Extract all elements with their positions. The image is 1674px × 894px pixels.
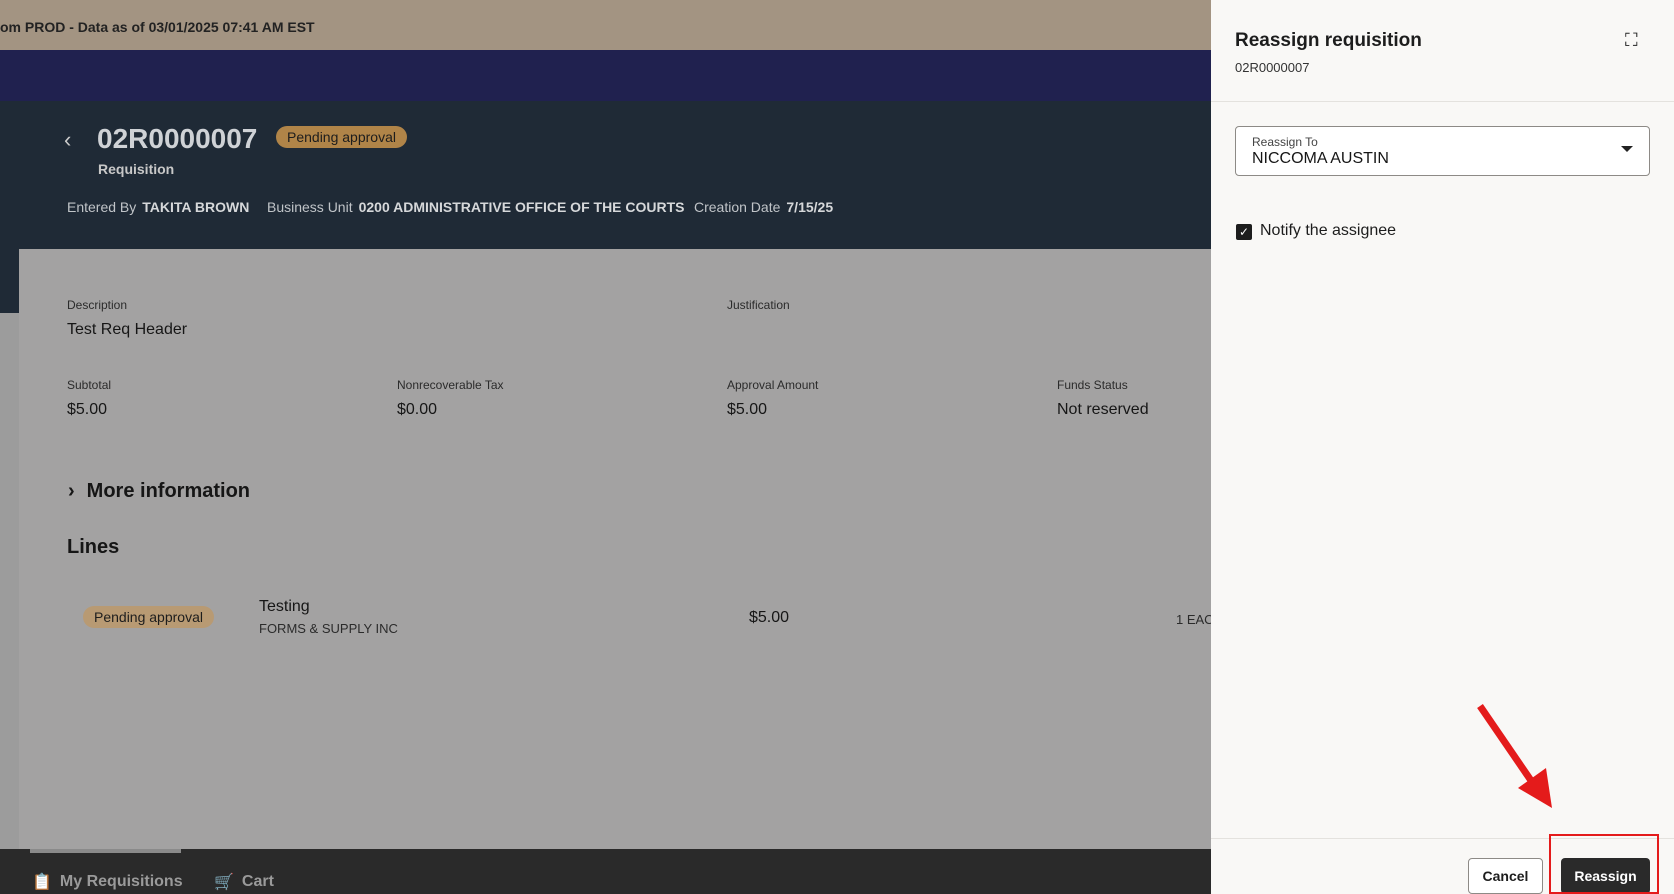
entered-by: Entered By TAKITA BROWN xyxy=(67,199,249,215)
red-arrow-annotation xyxy=(1477,704,1552,808)
environment-banner: om PROD - Data as of 03/01/2025 07:41 AM… xyxy=(0,0,1211,50)
line-status-badge: Pending approval xyxy=(83,606,214,628)
subtotal-label: Subtotal xyxy=(67,378,112,392)
business-unit: Business Unit 0200 ADMINISTRATIVE OFFICE … xyxy=(267,199,685,215)
entered-by-value: TAKITA BROWN xyxy=(142,199,250,215)
reassign-to-select[interactable]: Reassign To NICCOMA AUSTIN xyxy=(1235,126,1650,176)
business-unit-value: 0200 ADMINISTRATIVE OFFICE OF THE COURTS xyxy=(358,199,685,215)
active-tab-indicator xyxy=(30,849,181,853)
drawer-title: Reassign requisition xyxy=(1235,30,1422,51)
approval-amount-label: Approval Amount xyxy=(727,378,819,392)
line-supplier: FORMS & SUPPLY INC xyxy=(259,621,398,636)
cart-icon: 🛒 xyxy=(214,874,234,891)
justification-label: Justification xyxy=(727,298,790,312)
global-header xyxy=(0,50,1211,101)
drawer-subtitle: 02R0000007 xyxy=(1235,60,1310,75)
entered-by-label: Entered By xyxy=(67,199,137,215)
notify-checkbox[interactable]: ✓ xyxy=(1236,224,1252,240)
creation-date: Creation Date 7/15/25 xyxy=(694,199,833,215)
chevron-right-icon: › xyxy=(68,480,75,502)
creation-date-value: 7/15/25 xyxy=(786,199,834,215)
notify-label[interactable]: Notify the assignee xyxy=(1260,222,1396,240)
page-title: 02R0000007 xyxy=(97,123,258,154)
highlight-box xyxy=(1549,834,1659,894)
funds-status-value: Not reserved xyxy=(1057,401,1149,418)
more-information-toggle[interactable]: › More information xyxy=(68,480,250,503)
details-card xyxy=(19,249,1211,849)
reassign-drawer: Reassign requisition 02R0000007 ⛶ Reassi… xyxy=(1211,0,1674,894)
approval-amount-value: $5.00 xyxy=(727,401,768,418)
subtotal-value: $5.00 xyxy=(67,401,108,418)
tab-label: My Requisitions xyxy=(59,873,183,890)
reassign-to-label: Reassign To xyxy=(1252,135,1318,149)
lines-title: Lines xyxy=(67,536,120,558)
header-divider xyxy=(1211,101,1674,102)
expand-icon[interactable]: ⛶ xyxy=(1625,30,1638,51)
tab-label: Cart xyxy=(241,873,274,890)
creation-date-label: Creation Date xyxy=(694,199,781,215)
business-unit-label: Business Unit xyxy=(267,199,353,215)
tax-value: $0.00 xyxy=(397,401,438,418)
line-item-name[interactable]: Testing xyxy=(259,598,310,616)
line-quantity: 1 EAC xyxy=(1176,612,1214,627)
cancel-button[interactable]: Cancel xyxy=(1468,858,1543,894)
funds-status-label: Funds Status xyxy=(1057,378,1128,392)
description-label: Description xyxy=(67,298,128,312)
page-gutter xyxy=(0,313,19,849)
status-badge: Pending approval xyxy=(276,126,407,148)
banner-text: om PROD - Data as of 03/01/2025 07:41 AM… xyxy=(0,19,315,35)
clipboard-icon: 📋 xyxy=(32,874,52,891)
page-subtitle: Requisition xyxy=(98,161,175,177)
more-information-label: More information xyxy=(86,480,251,502)
description-value: Test Req Header xyxy=(67,321,188,338)
reassign-to-value: NICCOMA AUSTIN xyxy=(1252,150,1389,167)
line-amount: $5.00 xyxy=(749,609,790,626)
back-icon[interactable]: ‹ xyxy=(64,127,71,153)
tab-cart[interactable]: 🛒 Cart xyxy=(214,872,274,892)
chevron-down-icon xyxy=(1621,146,1633,152)
tax-label: Nonrecoverable Tax xyxy=(397,378,504,392)
tab-my-requisitions[interactable]: 📋 My Requisitions xyxy=(32,872,183,892)
